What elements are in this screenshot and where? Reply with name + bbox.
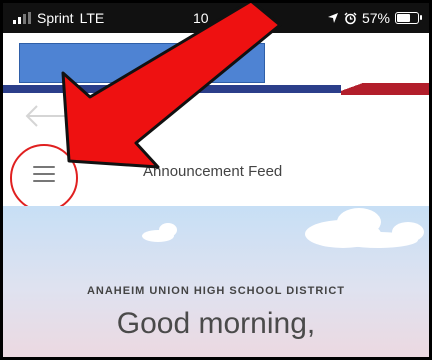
phone-screen: Sprint LTE 10 57% Announcement Feed ANAH… [3,3,429,357]
annotation-arrow [61,3,282,169]
